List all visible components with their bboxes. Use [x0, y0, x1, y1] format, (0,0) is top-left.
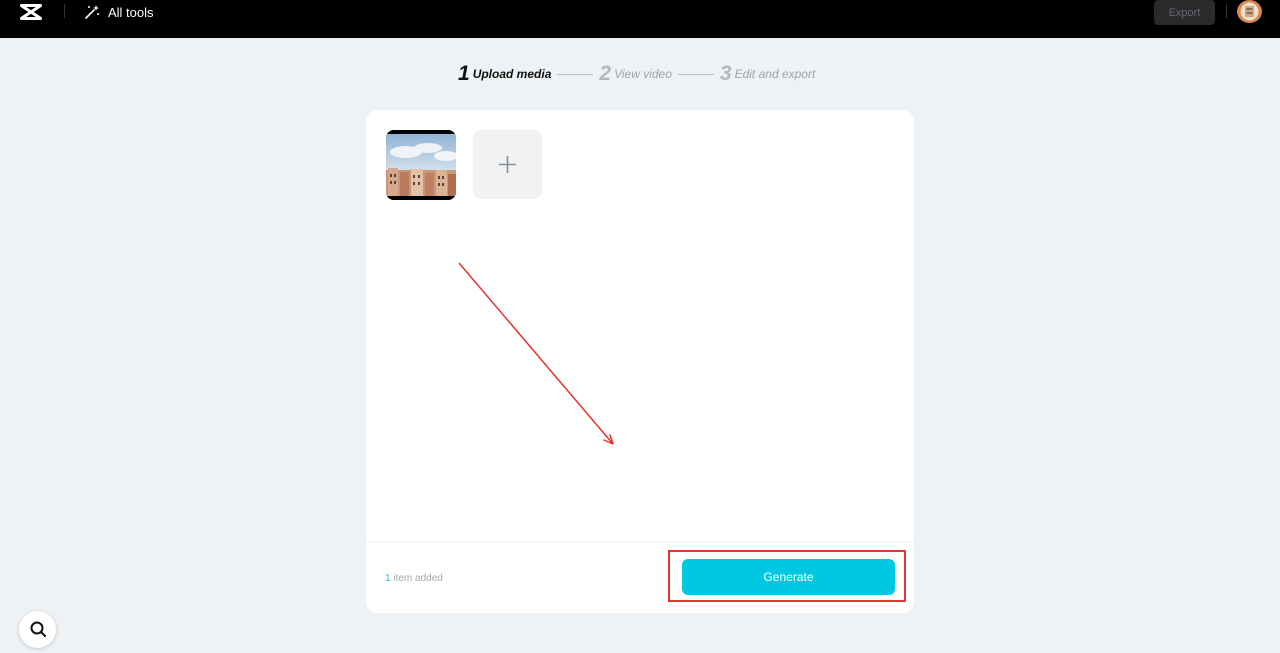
annotation-arrow — [458, 262, 614, 445]
all-tools-button[interactable]: All tools — [84, 3, 154, 21]
step-label: View video — [614, 67, 672, 81]
floating-search-button[interactable] — [19, 611, 56, 648]
step-label: Edit and export — [734, 67, 816, 81]
plus-icon — [499, 156, 516, 173]
capcut-logo-icon[interactable] — [19, 2, 43, 22]
step-view-video: 2 View video — [599, 62, 672, 86]
item-count-text: item added — [390, 573, 443, 584]
export-button[interactable]: Export — [1154, 0, 1215, 25]
step-connector — [557, 73, 594, 75]
search-icon — [30, 621, 46, 637]
top-bar: All tools Export — [0, 0, 1280, 38]
add-media-button[interactable] — [473, 130, 542, 199]
topbar-divider — [64, 4, 65, 18]
step-label: Upload media — [472, 67, 552, 81]
user-avatar[interactable] — [1237, 0, 1262, 23]
step-indicator: 1 Upload media 2 View video 3 Edit and e… — [458, 62, 838, 86]
step-edit-and-export: 3 Edit and export — [720, 62, 815, 86]
footer-divider — [366, 541, 914, 542]
step-upload-media: 1 Upload media — [458, 62, 551, 86]
step-number: 1 — [458, 62, 470, 85]
step-number: 3 — [719, 62, 732, 85]
all-tools-label: All tools — [108, 4, 154, 20]
generate-button[interactable]: Generate — [682, 559, 895, 595]
step-number: 2 — [599, 62, 612, 85]
magic-wand-icon — [85, 5, 99, 19]
step-connector — [677, 73, 714, 75]
topbar-divider — [1226, 4, 1227, 18]
item-count: 1 item added — [385, 573, 443, 584]
media-thumbnail[interactable] — [386, 130, 456, 200]
